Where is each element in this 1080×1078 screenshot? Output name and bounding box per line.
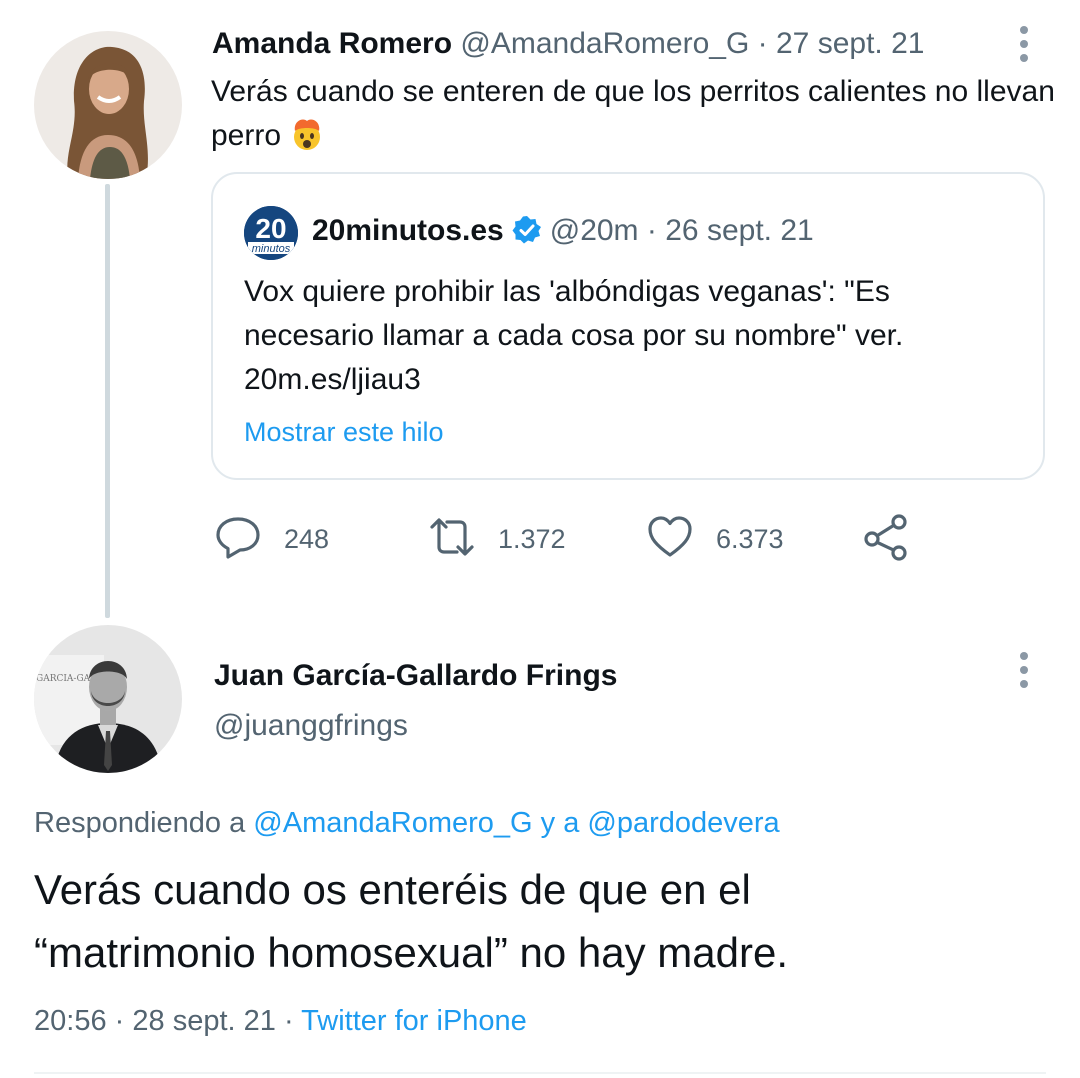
separator-dot: · [646, 214, 657, 247]
heart-icon[interactable] [646, 513, 694, 566]
more-options-icon[interactable] [1014, 650, 1034, 690]
reply-date[interactable]: 28 sept. 21 [132, 1005, 276, 1037]
reply-time[interactable]: 20:56 [34, 1005, 107, 1037]
reply-meta-line: 20:56 · 28 sept. 21 · Twitter for iPhone [34, 999, 527, 1043]
mention-amandaromero[interactable]: @AmandaRomero_G [253, 807, 532, 839]
avatar-juan-garcia-gallardo[interactable]: GARCIA-GALL [34, 625, 182, 773]
tweet-text: Verás cuando se enteren de que los perri… [211, 70, 1061, 158]
quoted-author-handle[interactable]: @20m [550, 214, 639, 247]
verified-badge-icon [512, 214, 542, 244]
quoted-tweet-header: 20minutos.es @20m · 26 sept. 21 [312, 209, 814, 253]
logo-number: 20 [255, 213, 286, 244]
quoted-tweet-text: Vox quiere prohibir las 'albóndigas vega… [244, 275, 904, 396]
like-action[interactable]: 6.373 [646, 512, 784, 566]
retweet-icon[interactable] [426, 513, 478, 566]
tweet-text-content: Verás cuando se enteren de que los perri… [211, 75, 1055, 152]
author-name[interactable]: Amanda Romero [212, 27, 452, 60]
replying-prefix: Respondiendo a [34, 807, 246, 839]
reply-count: 248 [284, 523, 330, 554]
exploding-head-emoji-icon [289, 117, 325, 151]
tweet-header: Amanda Romero @AmandaRomero_G · 27 sept.… [212, 22, 924, 66]
retweet-action[interactable]: 1.372 [426, 512, 566, 566]
reply-text-line-2: “matrimonio homosexual” no hay madre. [34, 929, 788, 976]
author-handle[interactable]: @AmandaRomero_G [460, 27, 749, 60]
separator-dot: · [757, 27, 768, 60]
quoted-tweet-date[interactable]: 26 sept. 21 [665, 214, 813, 247]
share-icon[interactable] [862, 513, 910, 566]
quoted-author-name[interactable]: 20minutos.es [312, 214, 504, 247]
20minutos-logo-avatar[interactable]: 20 minutos [244, 206, 298, 260]
tweet-date[interactable]: 27 sept. 21 [776, 27, 924, 60]
reply-action[interactable]: 248 [214, 512, 329, 566]
separator-dot: · [114, 1005, 125, 1037]
more-options-icon[interactable] [1014, 24, 1034, 64]
avatar-amanda-romero[interactable] [34, 31, 182, 179]
mention-pardodevera[interactable]: @pardodevera [587, 807, 779, 839]
bottom-divider [34, 1072, 1046, 1074]
show-thread-link[interactable]: Mostrar este hilo [244, 412, 444, 452]
reply-icon[interactable] [214, 513, 262, 566]
logo-word: minutos [252, 243, 291, 255]
mention-connector: y a [540, 807, 580, 839]
tweet-source-link[interactable]: Twitter for iPhone [301, 1005, 527, 1037]
reply-author-name[interactable]: Juan García-Gallardo Frings [214, 654, 617, 698]
reply-author-handle[interactable]: @juanggfrings [214, 704, 408, 748]
replying-to-line: Respondiendo a @AmandaRomero_G y a @pard… [34, 801, 780, 845]
reply-tweet-text: Verás cuando os enteréis de que en el “m… [34, 858, 1044, 984]
thread-connector-line [105, 184, 110, 618]
separator-dot: · [283, 1005, 294, 1037]
retweet-count: 1.372 [498, 523, 566, 554]
like-count: 6.373 [716, 523, 784, 554]
reply-text-line-1: Verás cuando os enteréis de que en el [34, 866, 751, 913]
share-action[interactable] [862, 512, 910, 566]
